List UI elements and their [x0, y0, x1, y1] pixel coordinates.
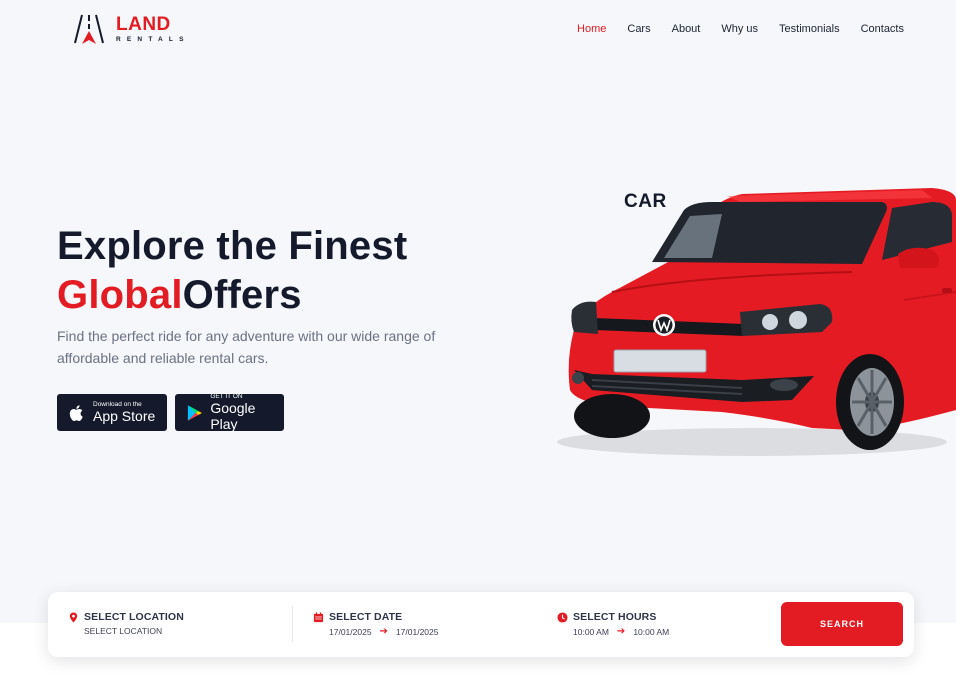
clock-icon	[557, 611, 568, 623]
brand-name: CAR LAND	[116, 14, 666, 211]
hero-title-line1: Explore the Finest	[57, 224, 408, 268]
nav-contacts[interactable]: Contacts	[861, 23, 904, 35]
hours-label: SELECT HOURS	[573, 611, 657, 623]
hero-title-rest: Offers	[182, 273, 302, 317]
road-logo-icon	[74, 14, 104, 44]
arrow-right-icon: ➔	[616, 626, 626, 637]
red-hatchback-car-image	[557, 188, 956, 456]
arrow-right-icon: ➔	[379, 626, 388, 637]
app-store-big-text: App Store	[93, 408, 156, 424]
search-bar: SELECT LOCATION SELECT LOCATION SELECT D…	[48, 592, 914, 657]
apple-icon	[69, 404, 83, 421]
hours-from: 10:00 AM	[573, 626, 609, 637]
hero-title-highlight: Global	[57, 273, 183, 317]
hours-to: 10:00 AM	[633, 626, 670, 637]
google-play-button[interactable]: GET IT ON Google Play	[175, 393, 284, 432]
nav-home[interactable]: Home	[577, 23, 606, 35]
hero-description: Find the perfect ride for any adventure …	[57, 328, 436, 366]
main-nav: Home Cars About Why us Testimonials Cont…	[556, 23, 904, 35]
nav-testimonials[interactable]: Testimonials	[779, 23, 840, 35]
date-to: 17/01/2025	[395, 626, 439, 637]
nav-about[interactable]: About	[672, 23, 701, 35]
location-field[interactable]: SELECT LOCATION SELECT LOCATION	[68, 611, 184, 636]
date-field[interactable]: SELECT DATE 17/01/2025 ➔ 17/01/2025	[313, 611, 438, 637]
google-play-icon	[187, 404, 202, 421]
location-label: SELECT LOCATION	[84, 611, 184, 623]
hours-field[interactable]: SELECT HOURS 10:00 AM ➔ 10:00 AM	[557, 611, 669, 637]
nav-why-us[interactable]: Why us	[721, 23, 758, 35]
search-button[interactable]: SEARCH	[781, 602, 903, 646]
google-play-big-text: Google Play	[210, 400, 256, 432]
nav-cars[interactable]: Cars	[627, 23, 650, 35]
calendar-icon	[313, 611, 324, 622]
brand-logo[interactable]: CAR LAND RENTALS	[72, 12, 666, 211]
date-from: 17/01/2025	[329, 626, 372, 637]
app-store-small-text: Download on the	[93, 401, 142, 408]
map-pin-icon	[69, 611, 78, 623]
brand-tagline: RENTALS	[116, 36, 190, 43]
location-value: SELECT LOCATION	[84, 626, 163, 636]
hero-title: Explore the Finest GlobalOffers	[57, 222, 407, 320]
app-store-button[interactable]: Download on the App Store	[57, 394, 167, 431]
search-divider	[292, 606, 293, 642]
date-label: SELECT DATE	[329, 611, 403, 623]
google-play-small-text: GET IT ON	[210, 393, 243, 400]
brand-name-part2: LAND	[116, 14, 171, 35]
